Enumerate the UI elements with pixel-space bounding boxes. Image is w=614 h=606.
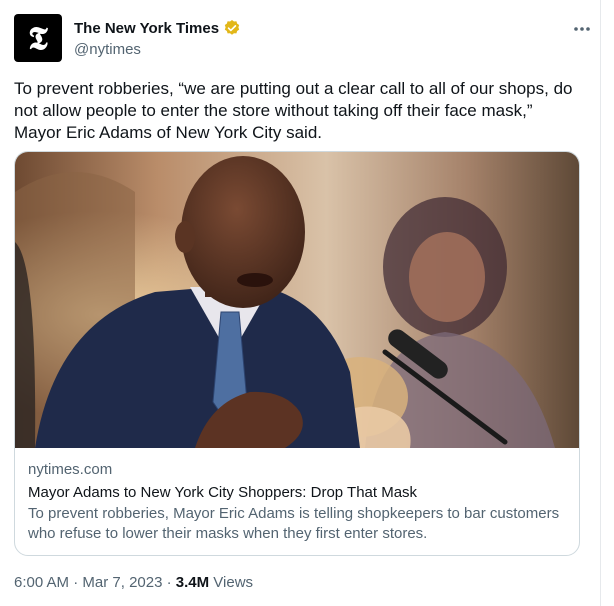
card-domain: nytimes.com — [28, 461, 113, 478]
avatar[interactable]: 𝕿 — [14, 14, 62, 62]
views-count: 3.4M — [175, 574, 210, 591]
views-label: Views — [209, 574, 254, 591]
display-name[interactable]: The New York Times — [74, 20, 219, 37]
separator: · — [69, 574, 83, 591]
more-horizontal-icon — [574, 27, 590, 31]
tweet-time[interactable]: 6:00 AM — [14, 574, 69, 591]
tweet-header: 𝕿 The New York Times @nytimes — [14, 14, 596, 64]
card-meta: nytimes.com Mayor Adams to New York City… — [28, 460, 566, 544]
author-block: The New York Times @nytimes — [74, 18, 241, 58]
verified-badge-icon[interactable] — [223, 19, 241, 37]
tweet-footer: 6:00 AM · Mar 7, 2023 · 3.4M Views — [14, 573, 253, 593]
more-options-button[interactable] — [568, 18, 596, 40]
nyt-logo-icon: 𝕿 — [28, 19, 48, 57]
window-edge — [600, 0, 614, 606]
tweet-date[interactable]: Mar 7, 2023 — [82, 574, 162, 591]
author-handle[interactable]: @nytimes — [74, 41, 241, 58]
separator: · — [162, 574, 176, 591]
name-row: The New York Times — [74, 18, 241, 38]
link-card[interactable]: nytimes.com Mayor Adams to New York City… — [14, 151, 580, 556]
card-image — [15, 152, 579, 448]
card-title: Mayor Adams to New York City Shoppers: D… — [28, 484, 418, 501]
tweet-text: To prevent robberies, “we are putting ou… — [14, 79, 573, 142]
article-photo — [15, 152, 579, 448]
card-description: To prevent robberies, Mayor Eric Adams i… — [28, 505, 560, 542]
